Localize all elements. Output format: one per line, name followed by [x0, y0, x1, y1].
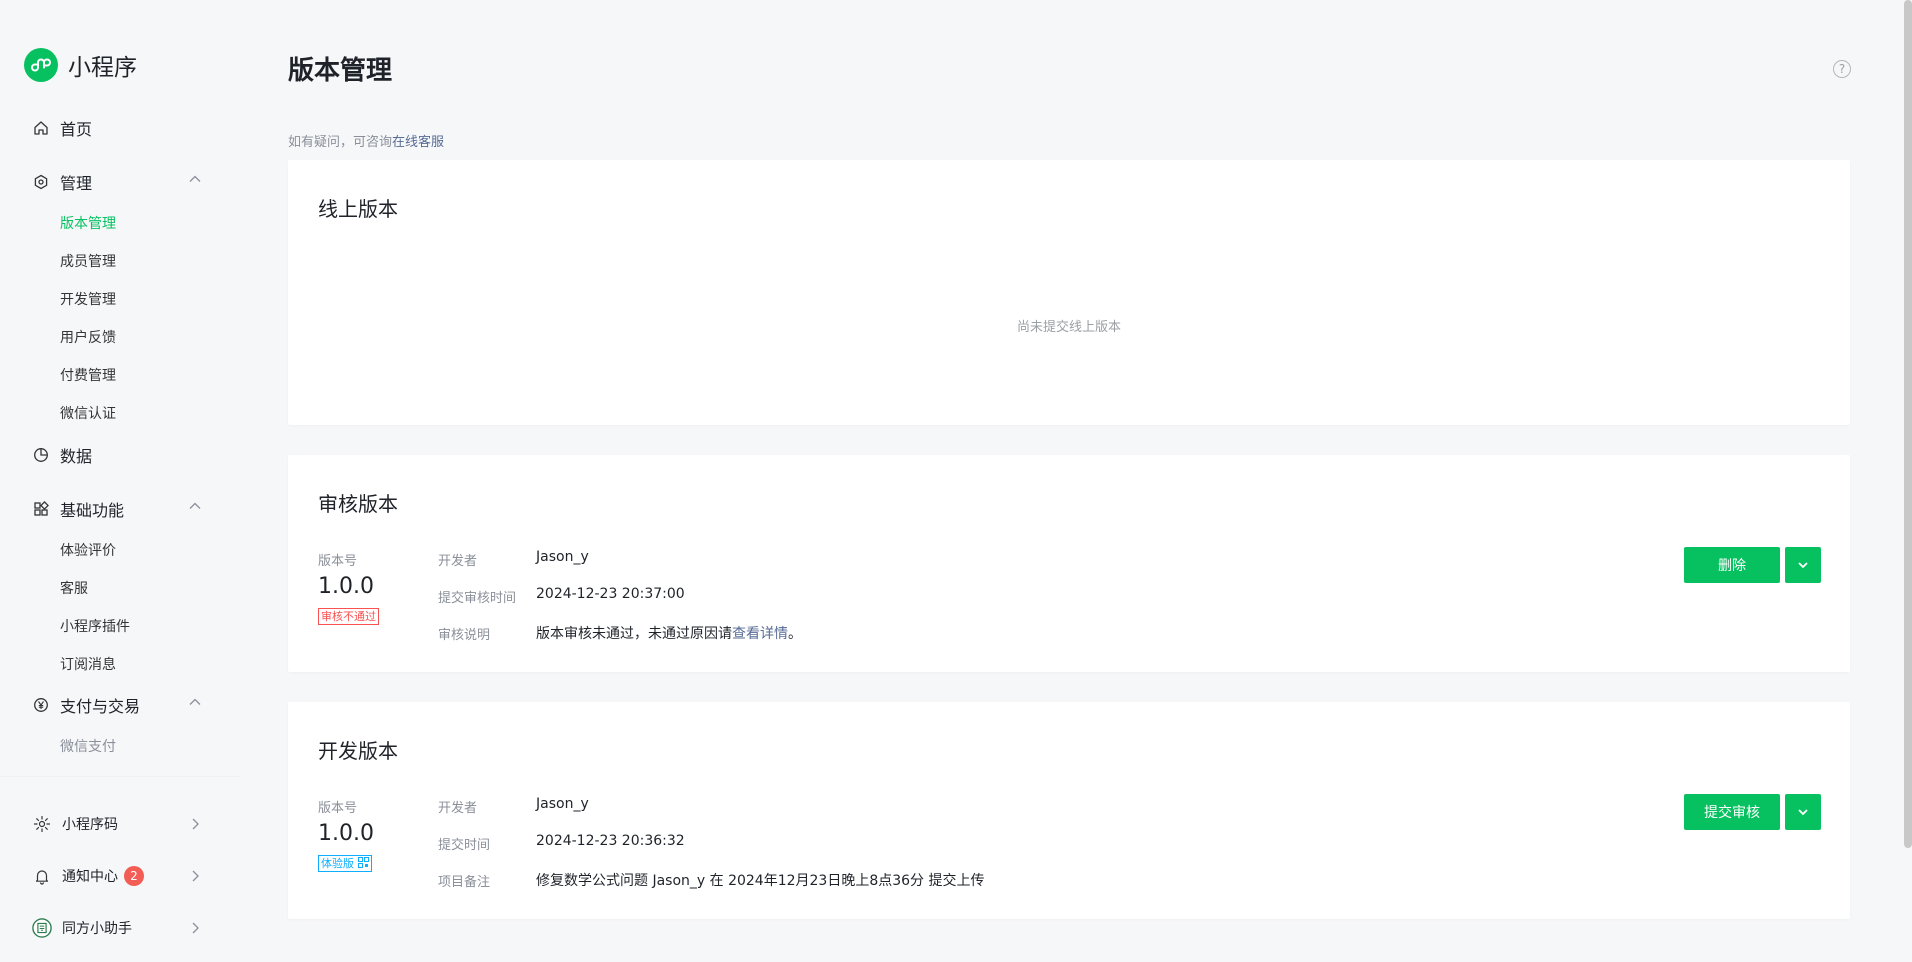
sidebar-item-experience-rating[interactable]: 体验评价 [60, 540, 116, 560]
developer-value: Jason_y [536, 549, 589, 565]
trial-version-tag: 体验版 [318, 855, 372, 872]
nav-notification-center[interactable]: 通知中心 2 [32, 866, 202, 886]
version-number-label: 版本号 [318, 801, 358, 816]
online-version-card: 线上版本 尚未提交线上版本 [288, 160, 1850, 425]
sidebar-divider [0, 776, 240, 777]
project-note-key: 项目备注 [438, 875, 491, 890]
review-note-value: 版本审核未通过，未通过原因请查看详情。 [536, 623, 802, 643]
submit-review-button[interactable]: 提交审核 [1684, 794, 1780, 830]
developer-value: Jason_y [536, 796, 589, 812]
chevron-down-icon [1798, 809, 1808, 816]
home-icon [32, 119, 50, 137]
version-number: 1.0.0 [318, 821, 374, 846]
sidebar-item-version-manage[interactable]: 版本管理 [60, 213, 116, 233]
grid-icon [32, 500, 50, 518]
developer-key: 开发者 [438, 554, 478, 569]
avatar-icon [32, 918, 52, 938]
nav-miniprogram-code[interactable]: 小程序码 [32, 814, 202, 834]
nav-code-label: 小程序码 [62, 817, 118, 833]
review-note-suffix: 。 [788, 626, 802, 642]
notification-badge: 2 [124, 866, 144, 886]
trial-version-tag-label: 体验版 [321, 857, 358, 870]
version-number-label: 版本号 [318, 554, 358, 569]
online-version-title: 线上版本 [318, 197, 398, 221]
app-logo[interactable]: 小程序 [24, 48, 137, 82]
nav-payment[interactable]: 支付与交易 [32, 693, 202, 717]
chevron-right-icon [188, 920, 202, 939]
help-hint: 如有疑问，可咨询在线客服 [288, 131, 444, 150]
chevron-right-icon [188, 868, 202, 887]
nav-home-label: 首页 [60, 120, 93, 139]
review-note-text: 版本审核未通过，未通过原因请 [536, 626, 732, 642]
submit-time-key: 提交时间 [438, 838, 491, 853]
dev-version-title: 开发版本 [318, 739, 398, 763]
sidebar-item-plugins[interactable]: 小程序插件 [60, 616, 130, 636]
page-scrollbar[interactable] [1904, 0, 1912, 848]
nav-notify-label: 通知中心 [62, 869, 118, 885]
qr-code-icon[interactable] [357, 857, 369, 868]
nav-manage[interactable]: 管理 [32, 170, 202, 194]
chevron-down-icon [1798, 562, 1808, 569]
chevron-up-icon[interactable] [188, 694, 202, 713]
nav-data-label: 数据 [60, 447, 93, 466]
pie-chart-icon [32, 446, 50, 464]
settings-hex-icon [32, 173, 50, 191]
sidebar-item-pay-manage[interactable]: 付费管理 [60, 365, 116, 385]
nav-home[interactable]: 首页 [32, 116, 202, 140]
nav-manage-label: 管理 [60, 174, 93, 193]
sidebar-item-subscribe-msg[interactable]: 订阅消息 [60, 654, 116, 674]
sidebar-item-wechat-verify[interactable]: 微信认证 [60, 403, 116, 423]
review-version-title: 审核版本 [318, 492, 398, 516]
nav-assistant-label: 同方小助手 [62, 921, 132, 937]
sidebar: 小程序 首页 管理 版本管理 成员管理 开发管理 用户反馈 付费管理 微信认证 … [0, 0, 240, 962]
review-note-key: 审核说明 [438, 628, 491, 643]
nav-basic-functions[interactable]: 基础功能 [32, 497, 202, 521]
sidebar-item-member-manage[interactable]: 成员管理 [60, 251, 116, 271]
developer-key: 开发者 [438, 801, 478, 816]
page-title: 版本管理 [288, 56, 393, 86]
submit-time-value: 2024-12-23 20:36:32 [536, 833, 685, 849]
nav-basic-label: 基础功能 [60, 501, 125, 520]
nav-assistant[interactable]: 同方小助手 [32, 918, 202, 938]
chevron-up-icon[interactable] [188, 498, 202, 517]
chevron-up-icon[interactable] [188, 171, 202, 190]
submit-time-value: 2024-12-23 20:37:00 [536, 586, 685, 602]
dev-version-card: 开发版本 版本号 1.0.0 体验版 开发者 Jason_y 提交时间 2024… [288, 702, 1850, 919]
review-version-card: 审核版本 版本号 1.0.0 审核不通过 开发者 Jason_y 提交审核时间 … [288, 455, 1850, 672]
nav-data[interactable]: 数据 [32, 443, 202, 467]
sun-code-icon [32, 814, 52, 834]
help-icon[interactable]: ? [1833, 60, 1851, 78]
delete-button[interactable]: 删除 [1684, 547, 1780, 583]
app-title: 小程序 [68, 55, 137, 81]
sidebar-item-wechat-pay[interactable]: 微信支付 [60, 736, 116, 756]
submit-time-key: 提交审核时间 [438, 591, 517, 606]
bell-icon [32, 866, 52, 886]
yen-icon [32, 696, 50, 714]
online-service-link[interactable]: 在线客服 [392, 135, 444, 150]
review-more-dropdown[interactable] [1785, 547, 1821, 583]
hint-text: 如有疑问，可咨询 [288, 135, 393, 150]
online-empty-text: 尚未提交线上版本 [1016, 320, 1121, 335]
dev-more-dropdown[interactable] [1785, 794, 1821, 830]
nav-payment-label: 支付与交易 [60, 697, 141, 716]
review-failed-tag: 审核不通过 [318, 608, 379, 625]
project-note-value: 修复数学公式问题 Jason_y 在 2024年12月23日晚上8点36分 提交… [536, 873, 985, 889]
miniprogram-logo-icon [24, 48, 58, 82]
view-details-link[interactable]: 查看详情 [732, 626, 788, 642]
chevron-right-icon [188, 816, 202, 835]
sidebar-item-user-feedback[interactable]: 用户反馈 [60, 327, 116, 347]
version-number: 1.0.0 [318, 574, 374, 599]
sidebar-item-customer-service[interactable]: 客服 [60, 578, 88, 598]
sidebar-item-dev-manage[interactable]: 开发管理 [60, 289, 116, 309]
